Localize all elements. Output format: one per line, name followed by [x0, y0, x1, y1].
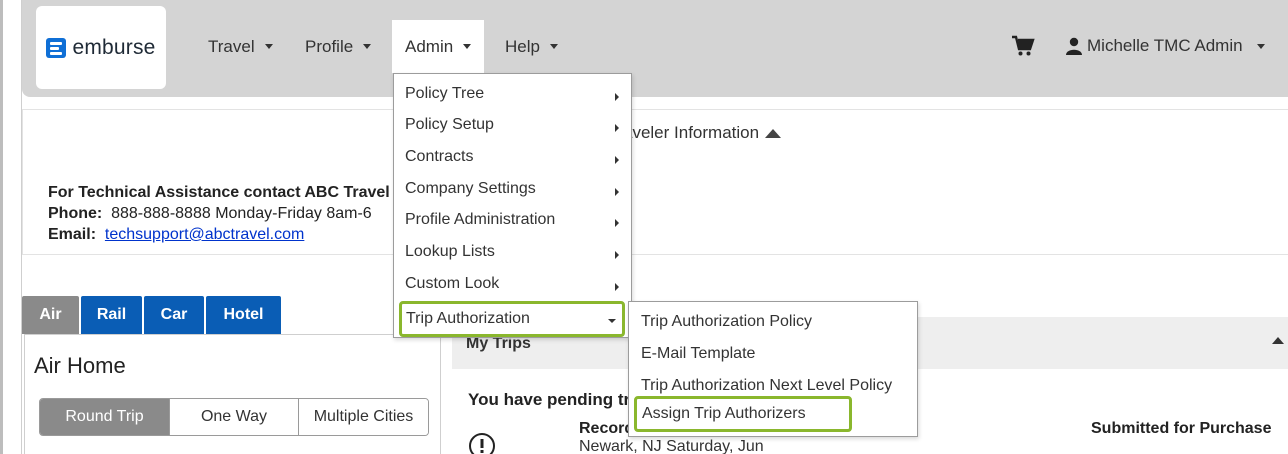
menu-item-lookup-lists[interactable]: Lookup Lists [405, 243, 495, 261]
user-icon [1066, 37, 1082, 55]
nav-profile[interactable]: Profile [305, 20, 372, 73]
traveler-info-panel: aveler Information For Technical Assista… [22, 109, 1288, 255]
submenu-arrow-icon [615, 156, 619, 164]
tab-rail[interactable]: Rail [81, 296, 142, 334]
caret-down-icon [608, 319, 616, 323]
caret-down-icon [264, 44, 273, 49]
menu-item-custom-look[interactable]: Custom Look [405, 275, 499, 293]
trip-record-label: Record [579, 420, 635, 437]
submenu-arrow-icon [615, 219, 619, 227]
tab-air[interactable]: Air [22, 296, 79, 334]
traveler-info-heading: aveler Information [623, 123, 760, 142]
caret-down-icon [363, 44, 372, 49]
contact-line: For Technical Assistance contact ABC Tra… [48, 184, 390, 201]
menu-item-policy-tree[interactable]: Policy Tree [405, 85, 484, 103]
caret-down-icon [463, 44, 472, 49]
submenu-item-assign-trip-authorizers-label: Assign Trip Authorizers [642, 405, 806, 422]
admin-dropdown-menu: Policy Tree Policy Setup Contracts Compa… [393, 73, 632, 338]
submenu-arrow-icon [615, 188, 619, 196]
menu-item-profile-administration[interactable]: Profile Administration [405, 211, 555, 229]
phone-line: Phone: 888-888-8888 Monday-Friday 8am-6 [48, 205, 372, 222]
submenu-arrow-icon [615, 124, 619, 132]
user-menu[interactable]: Michelle TMC Admin [1066, 36, 1265, 56]
nav-help[interactable]: Help [505, 20, 558, 73]
submenu-item-email-template[interactable]: E-Mail Template [641, 345, 755, 363]
window-left-edge [0, 0, 22, 454]
emburse-logo-icon [46, 37, 67, 58]
alert-icon [468, 432, 496, 454]
multiple-cities-option[interactable]: Multiple Cities [299, 399, 428, 435]
logo[interactable]: emburse [36, 6, 166, 89]
submenu-arrow-icon [615, 93, 619, 101]
nav-profile-label: Profile [305, 36, 354, 56]
nav-travel[interactable]: Travel [208, 20, 273, 73]
caret-down-icon [1256, 43, 1265, 49]
nav-travel-label: Travel [208, 36, 255, 56]
top-navbar: emburse Travel Profile Admin Help Michel… [22, 0, 1288, 97]
round-trip-option[interactable]: Round Trip [40, 399, 170, 435]
menu-item-company-settings[interactable]: Company Settings [405, 180, 536, 198]
nav-admin-label: Admin [405, 36, 454, 56]
submenu-arrow-icon [615, 283, 619, 291]
trip-status: Submitted for Purchase [1091, 420, 1272, 437]
trip-record-detail: Newark, NJ Saturday, Jun [579, 438, 764, 454]
trip-authorization-submenu: Trip Authorization Policy E-Mail Templat… [628, 301, 918, 437]
submenu-item-assign-trip-authorizers[interactable]: Assign Trip Authorizers [634, 396, 852, 432]
cart-icon[interactable] [1011, 35, 1035, 62]
tab-hotel[interactable]: Hotel [206, 296, 281, 334]
collapse-up-icon [765, 128, 782, 138]
logo-text: emburse [72, 35, 156, 59]
email-line: Email: techsupport@abctravel.com [48, 226, 305, 243]
pending-trips-text: You have pending tri [468, 390, 635, 409]
contact-block: For Technical Assistance contact ABC Tra… [48, 182, 390, 245]
air-home-title: Air Home [34, 353, 126, 378]
caret-down-icon [549, 44, 558, 49]
air-home-panel: Air Home Round Trip One Way Multiple Cit… [24, 334, 441, 454]
trip-type-selector: Round Trip One Way Multiple Cities [39, 398, 429, 436]
nav-admin[interactable]: Admin [392, 20, 485, 73]
booking-tabs: Air Rail Car Hotel [22, 296, 283, 334]
traveler-info-toggle[interactable]: aveler Information [623, 123, 782, 143]
tab-car[interactable]: Car [144, 296, 204, 334]
support-email-link[interactable]: techsupport@abctravel.com [105, 226, 304, 243]
user-name: Michelle TMC Admin [1087, 36, 1243, 55]
collapse-up-icon[interactable] [1272, 337, 1284, 344]
nav-help-label: Help [505, 36, 540, 56]
submenu-item-trip-authorization-policy[interactable]: Trip Authorization Policy [641, 313, 812, 331]
submenu-item-next-level-policy[interactable]: Trip Authorization Next Level Policy [641, 377, 892, 395]
menu-item-trip-authorization[interactable]: Trip Authorization [399, 301, 625, 337]
menu-item-trip-authorization-label: Trip Authorization [406, 310, 530, 327]
menu-item-contracts[interactable]: Contracts [405, 148, 473, 166]
menu-item-policy-setup[interactable]: Policy Setup [405, 116, 494, 134]
submenu-arrow-icon [615, 251, 619, 259]
one-way-option[interactable]: One Way [170, 399, 299, 435]
